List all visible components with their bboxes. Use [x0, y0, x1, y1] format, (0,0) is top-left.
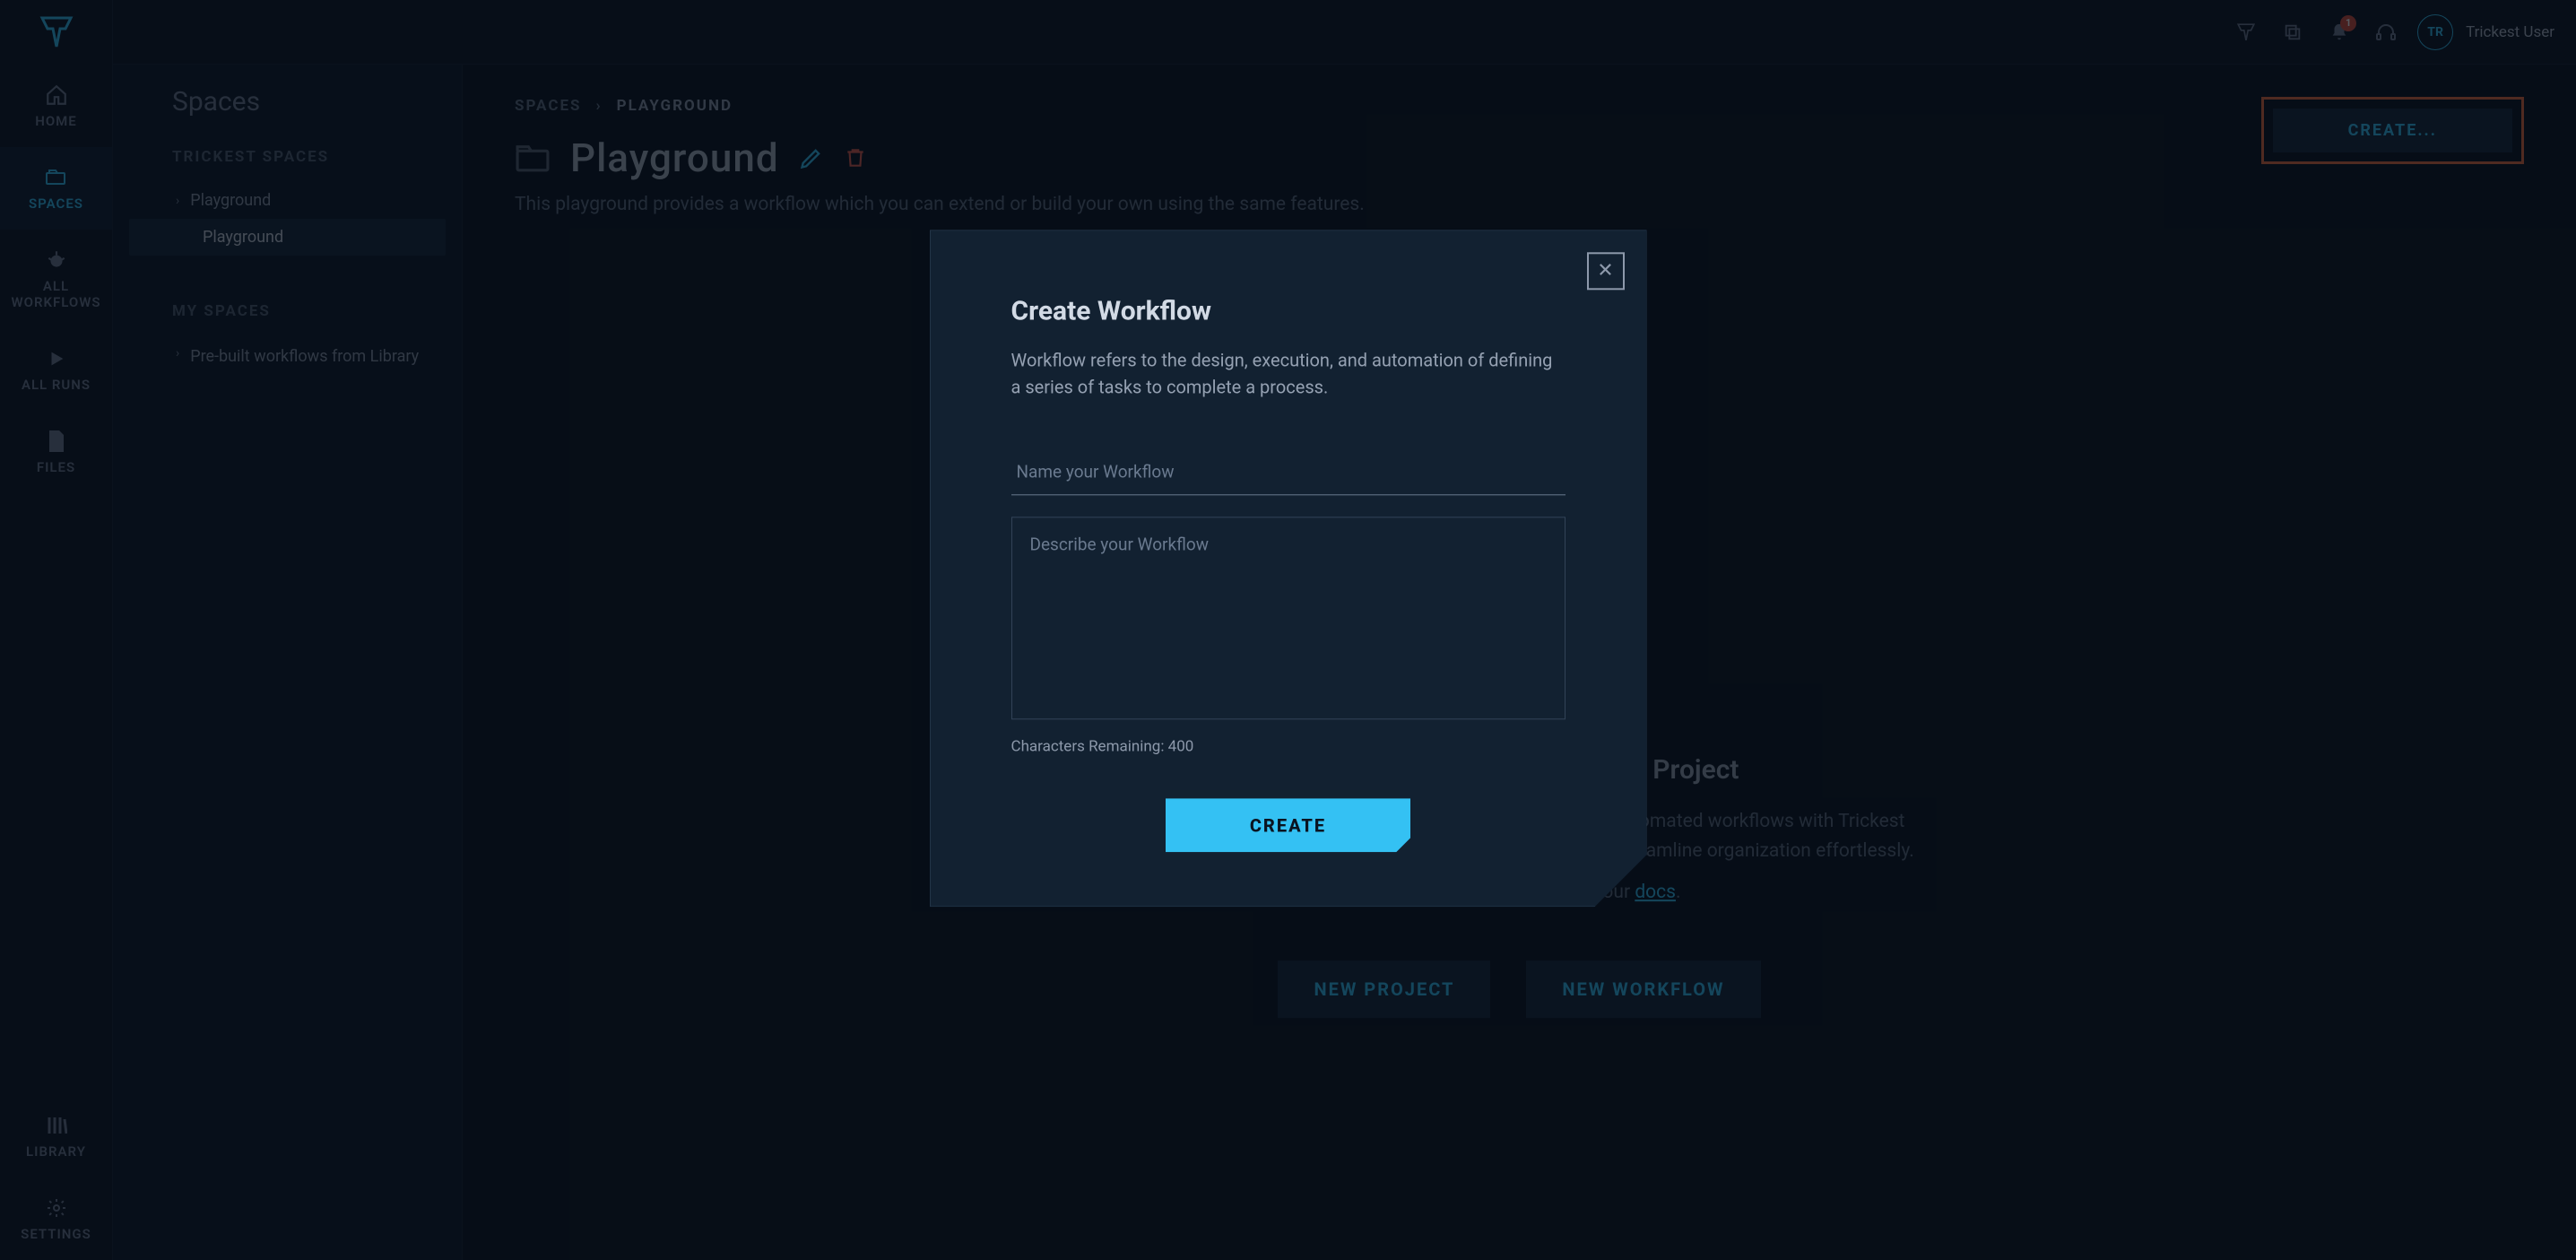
workflow-description-input[interactable]	[1011, 517, 1566, 719]
modal-title: Create Workflow	[1011, 295, 1566, 326]
workflow-name-input[interactable]	[1011, 452, 1566, 495]
char-remaining-label: Characters Remaining:	[1011, 737, 1168, 755]
create-workflow-modal: ✕ Create Workflow Workflow refers to the…	[930, 230, 1647, 907]
modal-create-button[interactable]: CREATE	[1166, 798, 1410, 852]
close-icon[interactable]: ✕	[1587, 252, 1625, 290]
char-remaining-value: 400	[1168, 737, 1194, 755]
modal-description: Workflow refers to the design, execution…	[1011, 346, 1566, 400]
char-remaining: Characters Remaining: 400	[1011, 737, 1566, 755]
